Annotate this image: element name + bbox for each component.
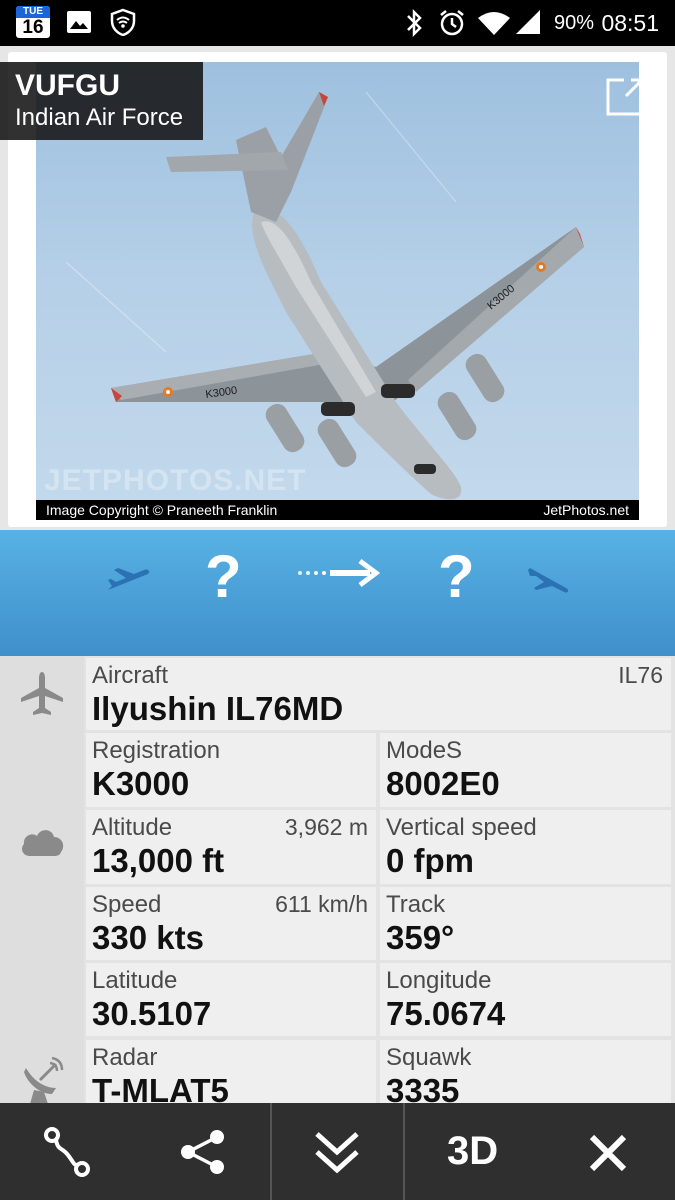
route-bar: ? ?: [0, 530, 675, 656]
share-button[interactable]: [135, 1103, 270, 1200]
copyright-bar: Image Copyright © Praneeth Franklin JetP…: [36, 500, 639, 520]
origin-airport[interactable]: ?: [205, 542, 242, 611]
close-button[interactable]: [540, 1103, 675, 1200]
aircraft-model: Ilyushin IL76MD: [92, 690, 344, 727]
registration-value: K3000: [92, 765, 190, 802]
section-icons-column: [0, 656, 84, 1106]
aircraft-cell[interactable]: Aircraft IL76 Ilyushin IL76MD: [86, 658, 671, 730]
registration-code: VUFGU: [15, 69, 120, 102]
calendar-date: 16: [22, 17, 44, 38]
altitude-metric: 3,962 m: [284, 814, 368, 840]
battery-percent: 90%: [554, 12, 595, 34]
vertical-speed-label: Vertical speed: [386, 814, 537, 841]
alarm-icon: [440, 10, 464, 36]
latitude-value: 30.5107: [92, 995, 212, 1032]
share-icon: [181, 1130, 224, 1174]
close-icon: [589, 1134, 627, 1172]
longitude-value: 75.0674: [386, 995, 506, 1032]
radar-icon: [24, 1056, 64, 1104]
radar-value: T-MLAT5: [92, 1072, 229, 1106]
route-icon: [44, 1127, 90, 1177]
open-external-icon[interactable]: [604, 76, 646, 118]
modes-value: 8002E0: [386, 765, 500, 802]
registration-label: Registration: [92, 737, 221, 764]
squawk-cell[interactable]: Squawk 3335: [380, 1040, 671, 1106]
3d-view-label: 3D: [447, 1129, 499, 1173]
3d-view-button[interactable]: 3D: [405, 1103, 535, 1200]
arrow-right-icon: [298, 559, 380, 587]
expand-down-icon: [315, 1132, 359, 1174]
track-cell[interactable]: Track 359°: [380, 887, 671, 960]
takeoff-icon: [108, 568, 150, 590]
copyright-text: Image Copyright © Praneeth Franklin: [46, 502, 278, 518]
longitude-label: Longitude: [386, 967, 492, 994]
radar-label: Radar: [92, 1044, 158, 1071]
altitude-value: 13,000 ft: [92, 842, 225, 879]
route-button[interactable]: [0, 1103, 135, 1200]
photo-source-link[interactable]: JetPhotos.net: [543, 500, 629, 520]
speed-label: Speed: [92, 891, 162, 918]
modes-cell[interactable]: ModeS 8002E0: [380, 733, 671, 807]
speed-metric: 611 km/h: [275, 891, 368, 917]
radar-cell[interactable]: Radar T-MLAT5: [86, 1040, 376, 1106]
squawk-label: Squawk: [386, 1044, 472, 1071]
calendar-icon: TUE 16: [16, 6, 50, 38]
clock: 08:51: [601, 10, 659, 36]
photo-watermark: JETPHOTOS.NET: [44, 464, 307, 497]
latitude-cell[interactable]: Latitude 30.5107: [86, 963, 376, 1036]
landing-icon: [528, 568, 569, 593]
cloud-icon: [22, 830, 64, 856]
aircraft-type-code: IL76: [618, 662, 663, 688]
modes-label: ModeS: [386, 737, 463, 764]
operator-name: Indian Air Force: [15, 104, 184, 131]
collapse-button[interactable]: [272, 1103, 403, 1200]
flight-details: Aircraft IL76 Ilyushin IL76MD Registrati…: [0, 656, 675, 1106]
latitude-label: Latitude: [92, 967, 178, 994]
aircraft-label: Aircraft: [92, 662, 169, 689]
status-bar: TUE 16 90% 08:51: [0, 0, 675, 46]
speed-value: 330 kts: [92, 919, 204, 956]
airplane-icon: [21, 672, 63, 715]
altitude-label: Altitude: [92, 814, 173, 841]
shield-wifi-icon: [110, 8, 136, 36]
cell-signal-icon: [516, 10, 540, 34]
vertical-speed-cell[interactable]: Vertical speed 0 fpm: [380, 810, 671, 884]
longitude-cell[interactable]: Longitude 75.0674: [380, 963, 671, 1036]
image-icon: [67, 11, 91, 33]
destination-airport[interactable]: ?: [438, 542, 475, 611]
flight-details-screen: TUE 16 90% 08:51 K3000 K3000 JETPHOTOS.N…: [0, 0, 675, 1200]
bluetooth-icon: [407, 8, 422, 38]
wifi-icon: [478, 12, 510, 35]
registration-cell[interactable]: Registration K3000: [86, 733, 376, 807]
vertical-speed-value: 0 fpm: [386, 842, 475, 879]
bottom-action-bar: 3D: [0, 1103, 675, 1200]
squawk-value: 3335: [386, 1072, 460, 1106]
track-value: 359°: [386, 919, 455, 956]
speed-cell[interactable]: Speed 611 km/h 330 kts: [86, 887, 376, 960]
track-label: Track: [386, 891, 446, 918]
registration-badge: VUFGU Indian Air Force: [0, 62, 203, 140]
altitude-cell[interactable]: Altitude 3,962 m 13,000 ft: [86, 810, 376, 884]
